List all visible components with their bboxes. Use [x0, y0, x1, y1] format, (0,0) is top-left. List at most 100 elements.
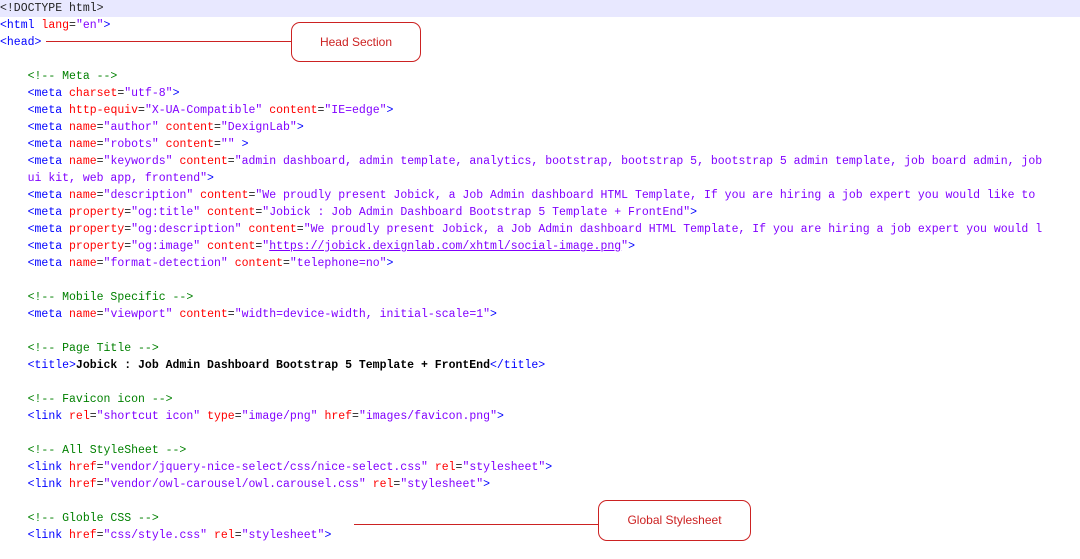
- code-token-plain: =: [69, 19, 76, 32]
- code-token-attr: rel: [69, 410, 90, 423]
- code-token-plain: =: [96, 529, 104, 542]
- code-line: <meta property="og:title" content="Jobic…: [0, 204, 697, 221]
- code-token-plain: =: [96, 155, 104, 168]
- code-line: <meta name="format-detection" content="t…: [0, 255, 394, 272]
- code-token-cmt: <!-- Globle CSS -->: [27, 512, 159, 525]
- code-line: <!-- All StyleSheet -->: [0, 442, 187, 459]
- code-token-val: "css/style.css": [103, 529, 208, 542]
- code-token-tag: <link: [27, 461, 70, 474]
- code-token-plain: =: [138, 104, 145, 117]
- code-token-attr: property: [69, 206, 125, 219]
- code-token-attr: content: [207, 206, 256, 219]
- code-line: <link href="css/style.css" rel="styleshe…: [0, 527, 332, 544]
- code-token-attr: name: [69, 308, 97, 321]
- code-token-tag: <meta: [27, 308, 70, 321]
- code-token-attr: name: [69, 155, 97, 168]
- code-token-val: "utf-8": [124, 87, 173, 100]
- code-token-val: "og:description": [131, 223, 242, 236]
- code-token-val: "keywords": [103, 155, 173, 168]
- code-token-plain: =: [96, 257, 104, 270]
- code-token-val: "We proudly present Jobick, a Job Admin …: [303, 223, 1043, 236]
- code-token-plain: =: [227, 155, 235, 168]
- code-line: <meta name="robots" content="" >: [0, 136, 249, 153]
- code-token-plain: =: [352, 410, 359, 423]
- code-token-plain: =: [96, 138, 104, 151]
- code-token-tag: </title>: [490, 359, 546, 372]
- code-token-tag: <link: [27, 529, 70, 542]
- code-token-tag: <meta: [27, 240, 70, 253]
- code-token-val: "vendor/jquery-nice-select/css/nice-sele…: [103, 461, 428, 474]
- code-line: <link href="vendor/jquery-nice-select/cs…: [0, 459, 553, 476]
- head-section-callout: Head Section: [291, 22, 421, 62]
- code-token-val: "author": [103, 121, 159, 134]
- code-token-tag: <meta: [27, 206, 70, 219]
- code-token-attr: http-equiv: [69, 104, 139, 117]
- code-token-tag: >: [690, 206, 698, 219]
- code-token-tag: >: [324, 529, 332, 542]
- code-line: <link href="vendor/owl-carousel/owl.caro…: [0, 476, 490, 493]
- code-line: <meta name="viewport" content="width=dev…: [0, 306, 497, 323]
- code-line: <!-- Mobile Specific -->: [0, 289, 194, 306]
- code-token-attr: content: [179, 155, 228, 168]
- code-line: <title>Jobick : Job Admin Dashboard Boot…: [0, 357, 546, 374]
- code-token-attr: lang: [41, 19, 70, 32]
- code-token-plain: =: [296, 223, 304, 236]
- code-token-plain: =: [96, 189, 104, 202]
- code-token-val: "image/png": [241, 410, 318, 423]
- code-token-tag: >: [386, 104, 394, 117]
- code-token-attr: charset: [69, 87, 118, 100]
- code-token-plain: =: [96, 478, 104, 491]
- code-token-attr: property: [69, 223, 125, 236]
- code-token-val: "width=device-width, initial-scale=1": [234, 308, 491, 321]
- code-token-attr: content: [248, 223, 297, 236]
- code-token-attr: href: [69, 529, 97, 542]
- code-token-plain: =: [283, 257, 290, 270]
- code-token-attr: type: [207, 410, 235, 423]
- code-token-tag: >: [628, 240, 635, 253]
- code-token-url: https://jobick.dexignlab.com/xhtml/socia…: [269, 240, 622, 253]
- code-token-cmt: <!-- Meta -->: [27, 70, 118, 83]
- code-line: <meta name="description" content="We pro…: [0, 187, 1036, 204]
- code-token-tag: <html: [0, 19, 42, 32]
- code-token-tag: <meta: [27, 104, 70, 117]
- code-line: <!-- Meta -->: [0, 68, 118, 85]
- global-stylesheet-callout: Global Stylesheet: [598, 500, 751, 541]
- code-token-val: "og:title": [131, 206, 201, 219]
- code-token-attr: rel: [434, 461, 456, 474]
- code-token-val: "DexignLab": [220, 121, 297, 134]
- code-token-plain: =: [96, 461, 104, 474]
- code-token-tag: <meta: [27, 138, 70, 151]
- code-token-tag: >: [496, 410, 504, 423]
- code-token-val: "telephone=no": [289, 257, 387, 270]
- code-line: <meta name="author" content="DexignLab">: [0, 119, 304, 136]
- code-token-tag: >: [234, 138, 249, 151]
- code-token-val: "viewport": [103, 308, 173, 321]
- code-token-plain: =: [234, 529, 242, 542]
- code-line: <!-- Page Title -->: [0, 340, 159, 357]
- code-token-attr: rel: [213, 529, 235, 542]
- code-token-val: "en": [75, 19, 104, 32]
- code-token-attr: content: [200, 189, 249, 202]
- code-token-val: "format-detection": [103, 257, 228, 270]
- code-token-val: "stylesheet": [462, 461, 546, 474]
- code-token-txt: Jobick : Job Admin Dashboard Bootstrap 5…: [75, 359, 490, 372]
- code-token-tag: >: [545, 461, 553, 474]
- head-section-leader: [46, 41, 291, 42]
- code-token-plain: =: [227, 308, 235, 321]
- code-token-tag: >: [296, 121, 304, 134]
- code-token-tag: <link: [27, 478, 70, 491]
- code-token-attr: content: [234, 257, 283, 270]
